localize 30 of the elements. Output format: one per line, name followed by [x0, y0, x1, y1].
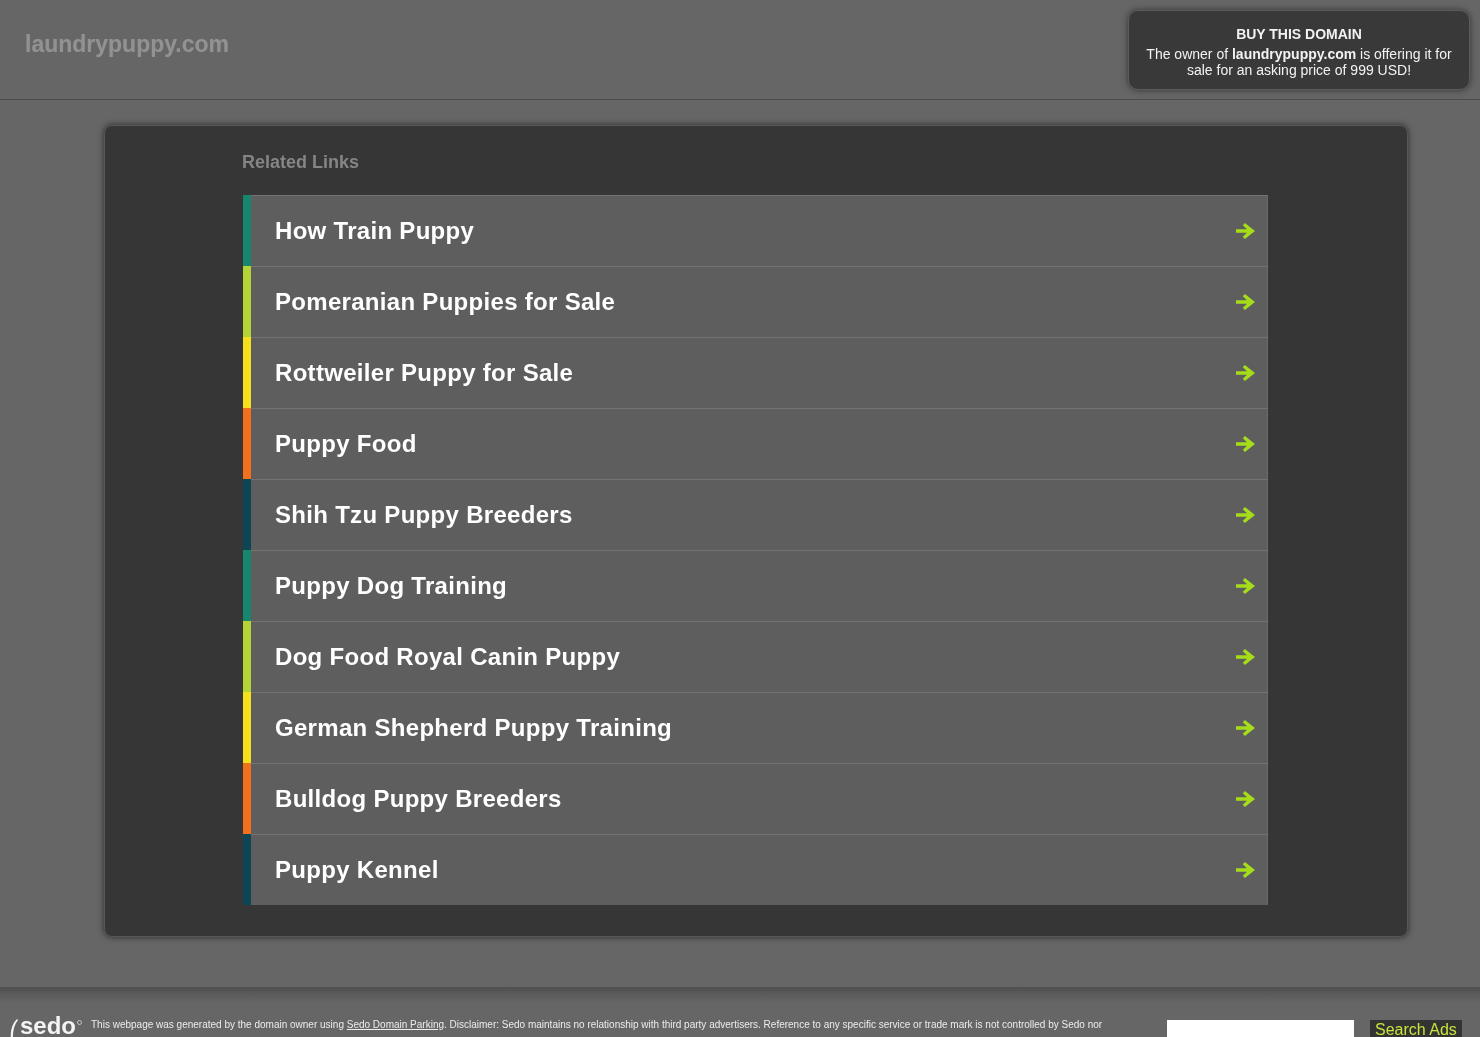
related-link[interactable]: Bulldog Puppy Breeders: [243, 763, 1268, 834]
related-link[interactable]: Puppy Food: [243, 408, 1268, 479]
arrow-right-icon: [1236, 578, 1255, 594]
related-link[interactable]: Shih Tzu Puppy Breeders: [243, 479, 1268, 550]
swoosh-icon: [10, 1019, 18, 1037]
buy-domain-text: The owner of laundrypuppy.com is offering it for sale for an asking price of 999 USD!: [1145, 46, 1453, 78]
arrow-right-icon: [1236, 365, 1255, 381]
arrow-right-icon: [1236, 862, 1255, 878]
buy-domain-heading: BUY THIS DOMAIN: [1235, 26, 1363, 43]
related-links-heading: Related Links: [242, 151, 360, 173]
sedo-logo: sedo: [20, 1014, 76, 1037]
arrow-right-icon: [1236, 649, 1255, 665]
arrow-right-icon: [1236, 223, 1255, 239]
related-link[interactable]: Pomeranian Puppies for Sale: [243, 266, 1268, 337]
arrow-right-icon: [1236, 791, 1255, 807]
parking-link[interactable]: Sedo Domain Parking: [346, 1019, 444, 1030]
disclaimer-text: This webpage was generated by the domain owner using Sedo Domain Parking. Disclaimer: Sedo maintains no relationship with third party advertisers. Reference to any specific service or trade mark is not controlled by Sedo nor: [91, 1019, 1104, 1031]
registered-mark-icon: [77, 1020, 82, 1025]
related-link[interactable]: German Shepherd Puppy Training: [243, 692, 1268, 763]
arrow-right-icon: [1236, 507, 1255, 523]
search-field[interactable]: [1167, 1020, 1354, 1037]
related-link[interactable]: How Train Puppy: [243, 195, 1268, 266]
related-link[interactable]: Dog Food Royal Canin Puppy: [243, 621, 1268, 692]
arrow-right-icon: [1236, 294, 1255, 310]
arrow-right-icon: [1236, 720, 1255, 736]
related-link[interactable]: Puppy Dog Training: [243, 550, 1268, 621]
related-link[interactable]: Puppy Kennel: [243, 834, 1268, 905]
related-link[interactable]: Rottweiler Puppy for Sale: [243, 337, 1268, 408]
arrow-right-icon: [1236, 436, 1255, 452]
search-ads-button[interactable]: Search Ads: [1370, 1020, 1462, 1037]
